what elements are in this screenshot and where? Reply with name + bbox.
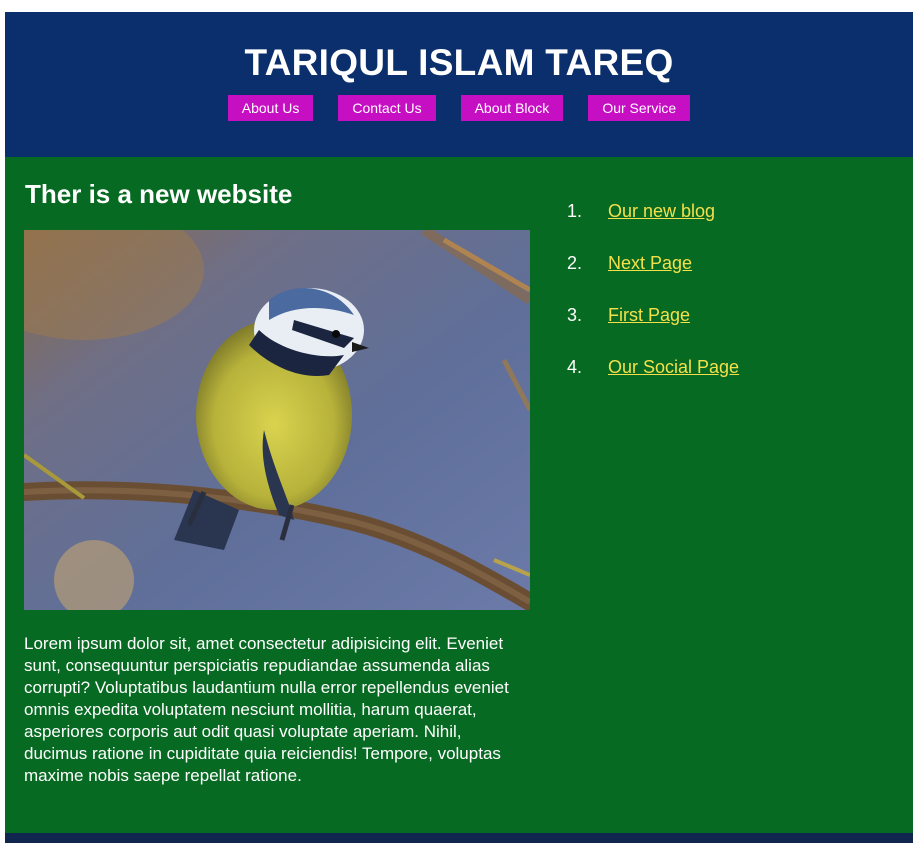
site-title: TARIQUL ISLAM TAREQ: [244, 42, 674, 83]
list-number: 1.: [567, 200, 583, 221]
list-item: 3. First Page: [567, 289, 739, 341]
list-number: 2.: [567, 252, 583, 273]
list-item: 4. Our Social Page: [567, 341, 739, 393]
link-first-page[interactable]: First Page: [608, 305, 690, 326]
site-header: TARIQUL ISLAM TAREQ About Us Contact Us …: [5, 12, 913, 157]
main-content: Ther is a new website Lorem ipsum dolor …: [5, 157, 913, 833]
list-item: 1. Our new blog: [567, 185, 739, 237]
article-title: Ther is a new website: [25, 179, 293, 209]
article-body: Lorem ipsum dolor sit, amet consectetur …: [24, 634, 509, 785]
list-number: 3.: [567, 304, 583, 325]
page: TARIQUL ISLAM TAREQ About Us Contact Us …: [5, 12, 913, 843]
nav-about-us-button[interactable]: About Us: [227, 95, 314, 121]
link-our-new-blog[interactable]: Our new blog: [608, 201, 715, 222]
nav-our-service-button[interactable]: Our Service: [588, 95, 691, 121]
link-next-page[interactable]: Next Page: [608, 253, 692, 274]
nav-about-block-button[interactable]: About Block: [460, 95, 564, 121]
nav-contact-us-button[interactable]: Contact Us: [338, 95, 436, 121]
footer-bar: [5, 833, 913, 843]
list-item: 2. Next Page: [567, 237, 739, 289]
sidebar-links: 1. Our new blog 2. Next Page 3. First Pa…: [567, 185, 739, 393]
bird-photo: [24, 230, 530, 610]
link-our-social-page[interactable]: Our Social Page: [608, 357, 739, 378]
main-nav: About Us Contact Us About Block Our Serv…: [5, 95, 913, 121]
list-number: 4.: [567, 356, 583, 377]
